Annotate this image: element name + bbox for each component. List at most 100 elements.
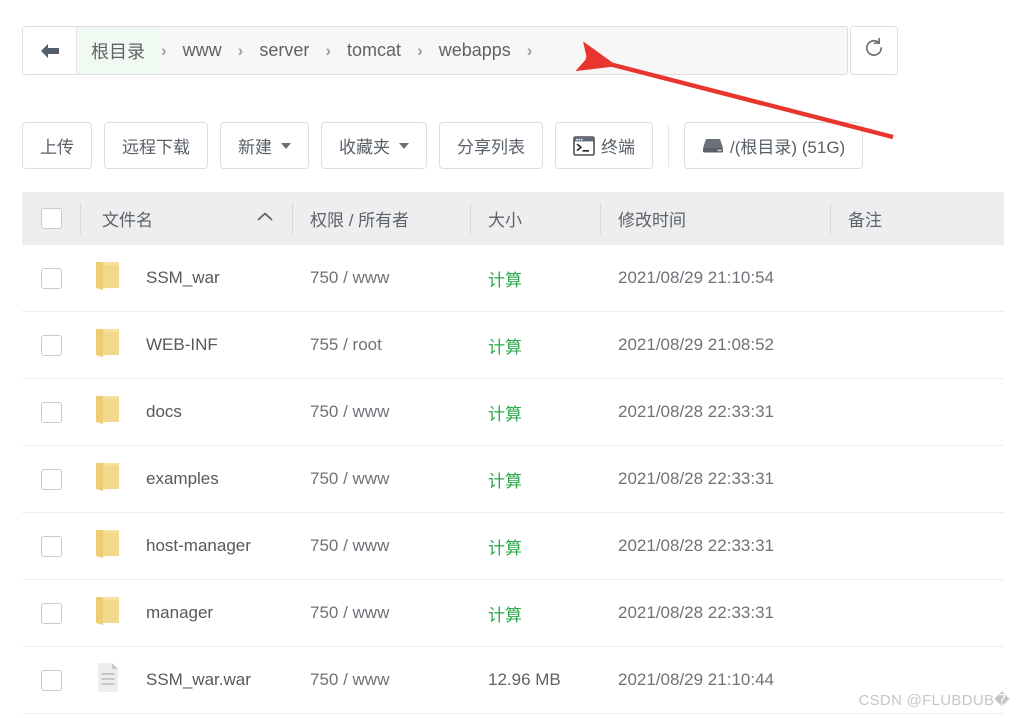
modified-time-cell: 2021/08/28 22:33:31 <box>600 580 830 646</box>
file-name-link[interactable]: examples <box>146 469 219 489</box>
breadcrumb-link-tomcat[interactable]: tomcat <box>333 27 415 74</box>
column-header-permission[interactable]: 权限 / 所有者 <box>292 192 470 245</box>
breadcrumb-link-root[interactable]: 根目录 <box>77 27 159 74</box>
size-cell: 计算 <box>470 245 600 311</box>
breadcrumb-item: www › <box>169 27 246 74</box>
file-name-cell[interactable]: SSM_war <box>80 245 292 311</box>
file-name-link[interactable]: manager <box>146 603 213 623</box>
file-name-cell[interactable]: host-manager <box>80 513 292 579</box>
file-name-link[interactable]: host-manager <box>146 536 251 556</box>
favorites-button[interactable]: 收藏夹 <box>321 122 427 169</box>
chevron-up-icon <box>256 210 274 227</box>
row-checkbox[interactable] <box>40 535 62 557</box>
breadcrumb-item: server › <box>245 27 333 74</box>
select-all-cell <box>22 192 80 245</box>
favorites-label: 收藏夹 <box>339 138 390 157</box>
upload-button[interactable]: 上传 <box>22 122 92 169</box>
table-row[interactable]: SSM_war.war 750 / www 12.96 MB 2021/08/29 2… <box>22 647 1004 714</box>
file-name-cell[interactable]: examples <box>80 446 292 512</box>
table-row[interactable]: manager 750 / www 计算 2021/08/28 22:33:31 <box>22 580 1004 647</box>
breadcrumb-separator-icon: › <box>161 40 167 60</box>
folder-icon <box>94 529 122 564</box>
file-type-icon-wrap <box>80 261 136 296</box>
share-list-label: 分享列表 <box>457 138 525 157</box>
row-checkbox[interactable] <box>40 401 62 423</box>
file-name-link[interactable]: WEB-INF <box>146 335 218 355</box>
table-row[interactable]: SSM_war 750 / www 计算 2021/08/29 21:10:54 <box>22 245 1004 312</box>
modified-time-cell: 2021/08/29 21:10:44 <box>600 647 830 713</box>
refresh-button[interactable] <box>850 26 898 75</box>
file-name-cell[interactable]: SSM_war.war <box>80 647 292 713</box>
file-type-icon-wrap <box>80 596 136 631</box>
calculate-size-link[interactable]: 计算 <box>488 333 522 358</box>
calculate-size-link[interactable]: 计算 <box>488 601 522 626</box>
new-button[interactable]: 新建 <box>220 122 309 169</box>
permission-owner-value: 750 / www <box>310 268 390 287</box>
permission-owner-cell[interactable]: 750 / www <box>292 446 470 512</box>
calculate-size-link[interactable]: 计算 <box>488 400 522 425</box>
column-header-note[interactable]: 备注 <box>830 192 1004 245</box>
permission-owner-cell[interactable]: 750 / www <box>292 245 470 311</box>
row-checkbox[interactable] <box>40 334 62 356</box>
permission-owner-cell[interactable]: 750 / www <box>292 580 470 646</box>
column-header-mtime[interactable]: 修改时间 <box>600 192 830 245</box>
upload-label: 上传 <box>40 138 74 157</box>
table-row[interactable]: examples 750 / www 计算 2021/08/28 22:33:31 <box>22 446 1004 513</box>
note-cell[interactable] <box>830 379 1004 445</box>
permission-owner-value: 750 / www <box>310 469 390 488</box>
breadcrumb-link-server[interactable]: server <box>245 27 323 74</box>
permission-owner-cell[interactable]: 750 / www <box>292 379 470 445</box>
file-name-link[interactable]: docs <box>146 402 182 422</box>
back-button[interactable] <box>23 27 77 74</box>
calculate-size-link[interactable]: 计算 <box>488 467 522 492</box>
column-header-size[interactable]: 大小 <box>470 192 600 245</box>
table-row[interactable]: host-manager 750 / www 计算 2021/08/28 22:33:… <box>22 513 1004 580</box>
remote-download-button[interactable]: 远程下载 <box>104 122 208 169</box>
file-name-link[interactable]: SSM_war.war <box>146 670 251 690</box>
folder-icon <box>94 261 122 296</box>
calculate-size-link[interactable]: 计算 <box>488 534 522 559</box>
size-cell: 计算 <box>470 580 600 646</box>
note-cell[interactable] <box>830 446 1004 512</box>
permission-owner-value: 755 / root <box>310 335 382 354</box>
file-icon <box>95 662 121 698</box>
terminal-label: 终端 <box>601 138 635 157</box>
row-checkbox[interactable] <box>40 669 62 691</box>
permission-owner-value: 750 / www <box>310 402 390 421</box>
disk-selector-button[interactable]: /(根目录) (51G) <box>684 122 864 169</box>
folder-icon <box>94 328 122 363</box>
permission-owner-cell[interactable]: 750 / www <box>292 647 470 713</box>
terminal-button[interactable]: 终端 <box>555 122 653 169</box>
select-all-checkbox[interactable] <box>40 208 62 229</box>
row-checkbox[interactable] <box>40 602 62 624</box>
watermark: CSDN @FLUBDUB� <box>858 692 1010 709</box>
breadcrumb-link-www[interactable]: www <box>169 27 236 74</box>
permission-owner-cell[interactable]: 750 / www <box>292 513 470 579</box>
file-name-cell[interactable]: docs <box>80 379 292 445</box>
file-type-icon-wrap <box>80 395 136 430</box>
disk-label: /(根目录) (51G) <box>730 138 846 157</box>
size-cell: 计算 <box>470 379 600 445</box>
permission-owner-cell[interactable]: 755 / root <box>292 312 470 378</box>
file-name-link[interactable]: SSM_war <box>146 268 220 288</box>
column-header-name[interactable]: 文件名 <box>80 192 292 245</box>
table-row[interactable]: docs 750 / www 计算 2021/08/28 22:33:31 <box>22 379 1004 446</box>
note-cell[interactable] <box>830 513 1004 579</box>
size-cell: 计算 <box>470 446 600 512</box>
permission-owner-value: 750 / www <box>310 536 390 555</box>
calculate-size-link[interactable]: 计算 <box>488 266 522 291</box>
file-name-cell[interactable]: WEB-INF <box>80 312 292 378</box>
row-checkbox[interactable] <box>40 468 62 490</box>
size-value: 12.96 MB <box>488 670 561 689</box>
note-cell[interactable] <box>830 245 1004 311</box>
breadcrumb-link-webapps[interactable]: webapps <box>425 27 525 74</box>
note-cell[interactable] <box>830 580 1004 646</box>
chevron-down-icon <box>281 142 291 149</box>
breadcrumb-item: webapps › <box>425 27 535 74</box>
file-name-cell[interactable]: manager <box>80 580 292 646</box>
table-header-row: 文件名 权限 / 所有者 大小 修改时间 备注 <box>22 192 1004 245</box>
table-row[interactable]: WEB-INF 755 / root 计算 2021/08/29 21:08:52 <box>22 312 1004 379</box>
row-checkbox[interactable] <box>40 267 62 289</box>
note-cell[interactable] <box>830 312 1004 378</box>
share-list-button[interactable]: 分享列表 <box>439 122 543 169</box>
